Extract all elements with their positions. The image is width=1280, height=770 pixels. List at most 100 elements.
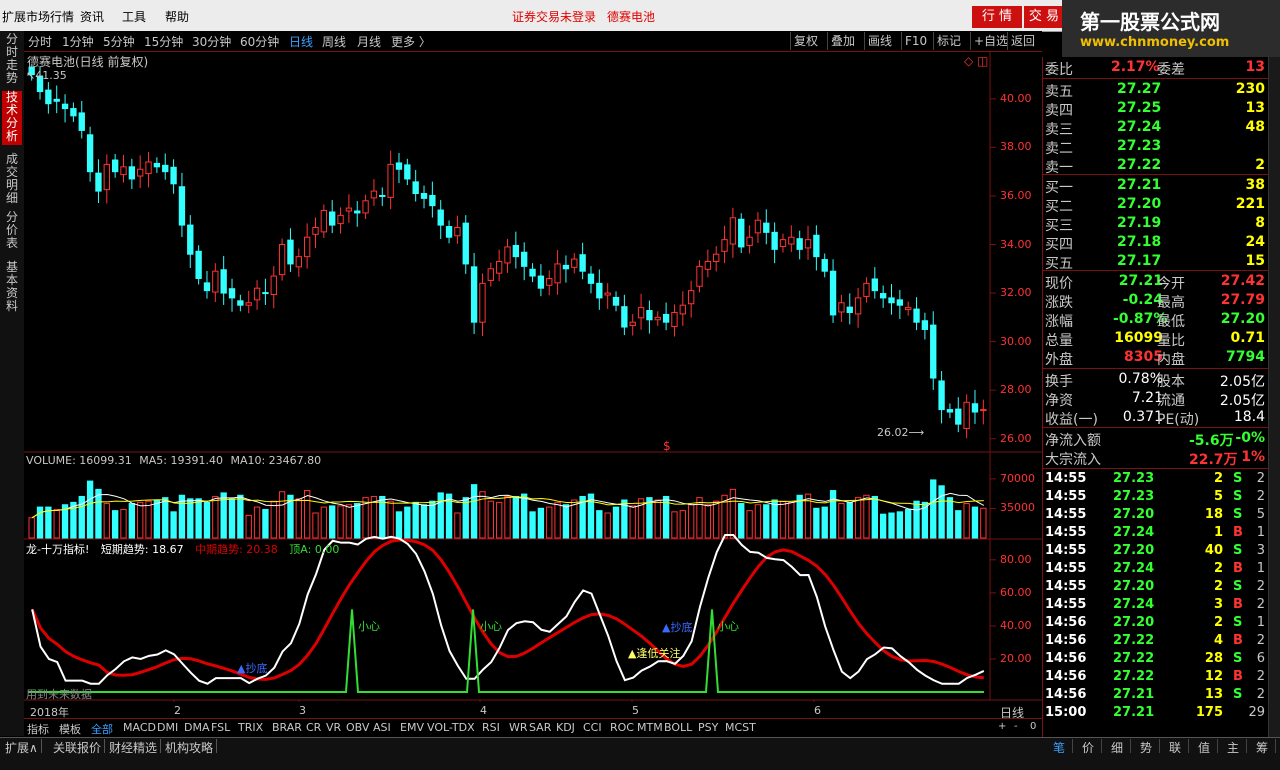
tick-row[interactable]: 15:00 27.21 175 29 [1043, 704, 1269, 722]
indicator-tab[interactable]: TRIX [238, 721, 263, 734]
overlay-button[interactable]: 叠加 [827, 32, 858, 50]
bid-row[interactable]: 买五 27.17 15 [1043, 252, 1269, 272]
right-tab[interactable]: 筹 [1249, 739, 1276, 755]
f10-button[interactable]: F10 [901, 32, 930, 50]
tick-row[interactable]: 14:55 27.24 3 B 2 [1043, 596, 1269, 614]
indicator-tab[interactable]: ROC [610, 721, 634, 734]
indicator-tab[interactable]: KDJ [556, 721, 575, 734]
period-15min[interactable]: 15分钟 [144, 33, 183, 50]
draw-line-button[interactable]: 画线 [864, 32, 895, 50]
period-5min[interactable]: 5分钟 [103, 33, 135, 50]
right-tab[interactable]: 笔 [1046, 739, 1073, 755]
bid-row[interactable]: 买四 27.18 24 [1043, 233, 1269, 253]
ask-row[interactable]: 卖五 27.27 230 [1043, 80, 1269, 100]
bottom-tab-expand[interactable]: 扩展∧ [2, 739, 42, 755]
quote-button[interactable]: 行 情 [972, 6, 1022, 28]
candle-body [128, 166, 136, 180]
period-weekly[interactable]: 周线 [322, 33, 346, 50]
indicator-tab[interactable]: CR [306, 721, 321, 734]
period-intraday[interactable]: 分时 [28, 33, 52, 50]
ask-row[interactable]: 卖三 27.24 48 [1043, 118, 1269, 138]
right-tab[interactable]: 细 [1104, 739, 1131, 755]
indicator-tab[interactable]: FSL [211, 721, 230, 734]
tick-row[interactable]: 14:55 27.24 1 B 1 [1043, 524, 1269, 542]
period-60min[interactable]: 60分钟 [240, 33, 279, 50]
tick-row[interactable]: 14:55 27.23 5 S 2 [1043, 488, 1269, 506]
zoom-in-button[interactable]: + [998, 721, 1006, 732]
chart-area[interactable]: 德赛电池(日线 前复权) ↖41.35 26.02⟶ $ ◇ ◫ 40.00 38… [24, 52, 1042, 720]
indicator-tab[interactable]: WR [509, 721, 528, 734]
menu-tools[interactable]: 工具 [122, 8, 146, 25]
indicator-tab[interactable]: SAR [529, 721, 551, 734]
indicator-tab[interactable]: BRAR [272, 721, 302, 734]
kline-chart-svg[interactable] [24, 52, 1042, 712]
tick-row[interactable]: 14:56 27.22 12 B 2 [1043, 668, 1269, 686]
indicator-tab[interactable]: ASI [373, 721, 391, 734]
period-30min[interactable]: 30分钟 [192, 33, 231, 50]
period-1min[interactable]: 1分钟 [62, 33, 94, 50]
add-watchlist-button[interactable]: +自选 [970, 32, 1011, 50]
bottom-tab-institution[interactable]: 机构攻略 [162, 739, 218, 755]
side-tab-fundamentals[interactable]: 基本资料 [2, 261, 22, 315]
indicator-tab[interactable]: DMA [184, 721, 210, 734]
menu-news[interactable]: 资讯 [80, 8, 104, 25]
indicator-tab[interactable]: MCST [725, 721, 756, 734]
tick-row[interactable]: 14:56 27.22 28 S 6 [1043, 650, 1269, 668]
indicator-tab[interactable]: MTM [637, 721, 663, 734]
tick-row[interactable]: 14:56 27.20 2 S 1 [1043, 614, 1269, 632]
menu-help[interactable]: 帮助 [165, 8, 189, 25]
period-daily[interactable]: 日线 [289, 33, 313, 50]
side-tab-intraday[interactable]: 分时走势 [2, 33, 22, 85]
tick-row[interactable]: 14:55 27.20 40 S 3 [1043, 542, 1269, 560]
side-tab-technical[interactable]: 技术分析 [2, 91, 22, 145]
trade-button[interactable]: 交 易 [1024, 6, 1064, 28]
indicator-tab[interactable]: VOL-TDX [427, 721, 475, 734]
right-tab[interactable]: 价 [1075, 739, 1102, 755]
bottom-tab-related-quotes[interactable]: 关联报价 [50, 739, 106, 755]
dollar-marker[interactable]: $ [663, 439, 671, 453]
indicator-tab[interactable]: RSI [482, 721, 500, 734]
indicator-tab[interactable]: MACD [123, 721, 156, 734]
ask-row[interactable]: 卖四 27.25 13 [1043, 99, 1269, 119]
indicator-tab[interactable]: 指标 [27, 721, 49, 737]
bid-row[interactable]: 买一 27.21 38 [1043, 176, 1269, 196]
indicator-tab[interactable]: DMI [157, 721, 178, 734]
indicator-tab[interactable]: 全部 [91, 721, 113, 737]
login-status[interactable]: 证券交易未登录 [512, 8, 596, 25]
side-tab-trades[interactable]: 成交明细 [2, 153, 22, 205]
menu-extended-market[interactable]: 扩展市场行情 [2, 8, 74, 25]
period-more[interactable]: 更多 〉 [391, 33, 431, 50]
tick-row[interactable]: 14:56 27.22 4 B 2 [1043, 632, 1269, 650]
indicator-tab[interactable]: CCI [583, 721, 602, 734]
tick-row[interactable]: 14:55 27.20 2 S 2 [1043, 578, 1269, 596]
ask-row[interactable]: 卖二 27.23 [1043, 137, 1269, 157]
bottom-tab-finance-picks[interactable]: 财经精选 [106, 739, 162, 755]
indicator-tab[interactable]: BOLL [664, 721, 692, 734]
indicator-tab[interactable]: OBV [346, 721, 369, 734]
back-button[interactable]: 返回 [1007, 32, 1038, 50]
right-tab[interactable]: 值 [1191, 739, 1218, 755]
indicator-tab[interactable]: PSY [698, 721, 718, 734]
mark-button[interactable]: 标记 [933, 32, 964, 50]
period-monthly[interactable]: 月线 [357, 33, 381, 50]
zoom-out-button[interactable]: - [1014, 721, 1018, 732]
indicator-tab[interactable]: 模板 [59, 721, 81, 737]
tick-row[interactable]: 14:55 27.20 18 S 5 [1043, 506, 1269, 524]
volume-bar [253, 506, 261, 539]
indicator-tab[interactable]: VR [326, 721, 341, 734]
restore-rights-button[interactable]: 复权 [790, 32, 821, 50]
tick-row[interactable]: 14:55 27.24 2 B 1 [1043, 560, 1269, 578]
zoom-reset-button[interactable]: 0 [1030, 721, 1036, 732]
bid-row[interactable]: 买二 27.20 221 [1043, 195, 1269, 215]
quote-scrollbar[interactable] [1268, 57, 1280, 737]
indicator-tab[interactable]: EMV [400, 721, 424, 734]
right-tab[interactable]: 主 [1220, 739, 1247, 755]
right-tab[interactable]: 联 [1162, 739, 1189, 755]
right-tab[interactable]: 势 [1133, 739, 1160, 755]
ask-row[interactable]: 卖一 27.22 2 [1043, 156, 1269, 176]
bid-row[interactable]: 买三 27.19 8 [1043, 214, 1269, 234]
tick-row[interactable]: 14:55 27.23 2 S 2 [1043, 470, 1269, 488]
tick-row[interactable]: 14:56 27.21 13 S 2 [1043, 686, 1269, 704]
side-tab-price-table[interactable]: 分价表 [2, 211, 22, 253]
chart-corner-icons[interactable]: ◇ ◫ [964, 54, 988, 68]
